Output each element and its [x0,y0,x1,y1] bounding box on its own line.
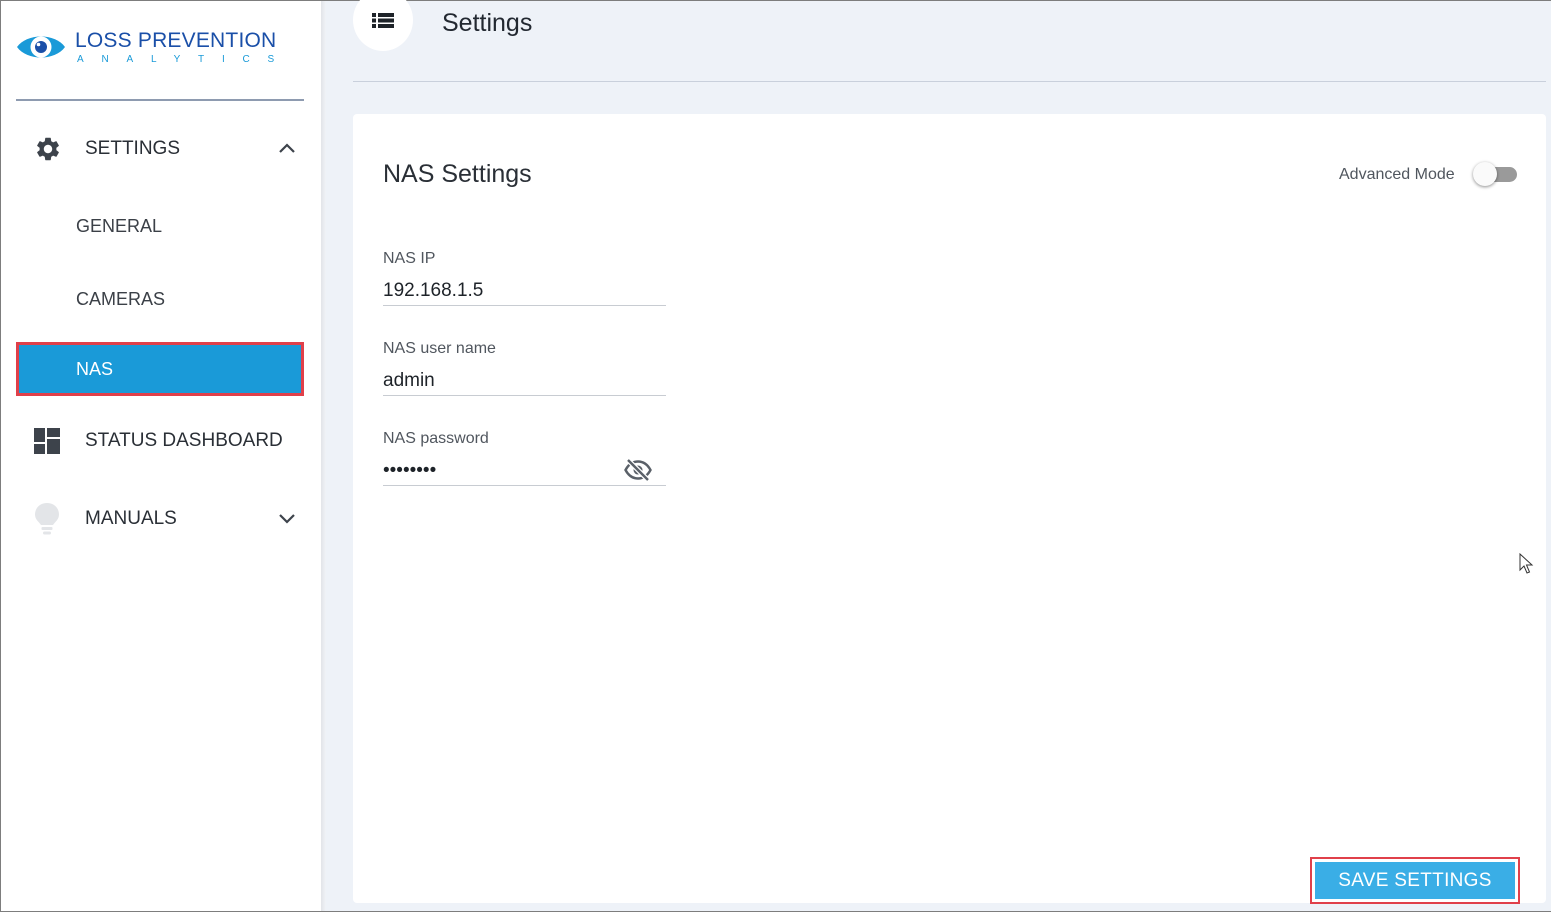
sidebar-subitem-cameras[interactable]: CAMERAS [16,273,304,325]
sidebar-divider [16,99,304,101]
sidebar: LOSS PREVENTION ANALYTICS SETTINGS GENER… [1,1,322,911]
brand-logo[interactable]: LOSS PREVENTION ANALYTICS [15,27,305,71]
nas-user-label: NAS user name [383,340,496,357]
main-area: Settings NAS Settings Advanced Mode NAS … [326,0,1551,911]
sidebar-item-label: SETTINGS [85,138,181,159]
nas-ip-label: NAS IP [383,250,436,267]
sidebar-item-label: MANUALS [85,508,177,529]
sidebar-subitem-general[interactable]: GENERAL [16,200,304,252]
header-divider [353,81,1546,82]
dashboard-icon [34,428,60,454]
toggle-knob [1473,162,1497,186]
lightbulb-icon [34,502,60,536]
sidebar-subitem-label: GENERAL [76,215,163,236]
advanced-mode-toggle[interactable] [1473,162,1519,188]
nas-ip-input[interactable] [383,276,666,306]
card-title: NAS Settings [383,160,532,188]
page-title: Settings [442,9,533,37]
sidebar-item-manuals[interactable]: MANUALS [16,492,304,546]
sidebar-subitem-nas[interactable]: NAS [16,342,304,396]
eye-logo-icon [17,36,65,58]
nas-password-field: NAS password [383,430,666,490]
mouse-cursor-icon [1519,553,1534,574]
gear-icon [34,135,62,163]
advanced-mode-label: Advanced Mode [1339,166,1455,183]
brand-subtitle: ANALYTICS [77,54,293,65]
sidebar-item-label: STATUS DASHBOARD [85,430,283,451]
brand-title: LOSS PREVENTION [75,29,277,52]
chevron-down-icon[interactable] [278,511,296,529]
sidebar-item-settings[interactable]: SETTINGS [16,122,304,176]
save-settings-button[interactable]: SAVE SETTINGS [1315,862,1515,899]
nas-user-input[interactable] [383,366,666,396]
nas-user-field: NAS user name [383,340,666,400]
nas-password-label: NAS password [383,430,489,447]
menu-toggle-button[interactable] [353,0,413,51]
sidebar-subitem-label: CAMERAS [76,288,166,309]
nas-settings-card: NAS Settings Advanced Mode NAS IP NAS us… [353,114,1546,904]
chevron-up-icon[interactable] [278,141,296,159]
sidebar-item-status-dashboard[interactable]: STATUS DASHBOARD [16,414,304,468]
eye-off-icon[interactable] [624,458,652,487]
sidebar-subitem-label: NAS [76,358,114,379]
save-button-highlight: SAVE SETTINGS [1310,857,1520,904]
nas-ip-field: NAS IP [383,250,666,310]
list-icon [372,13,394,28]
